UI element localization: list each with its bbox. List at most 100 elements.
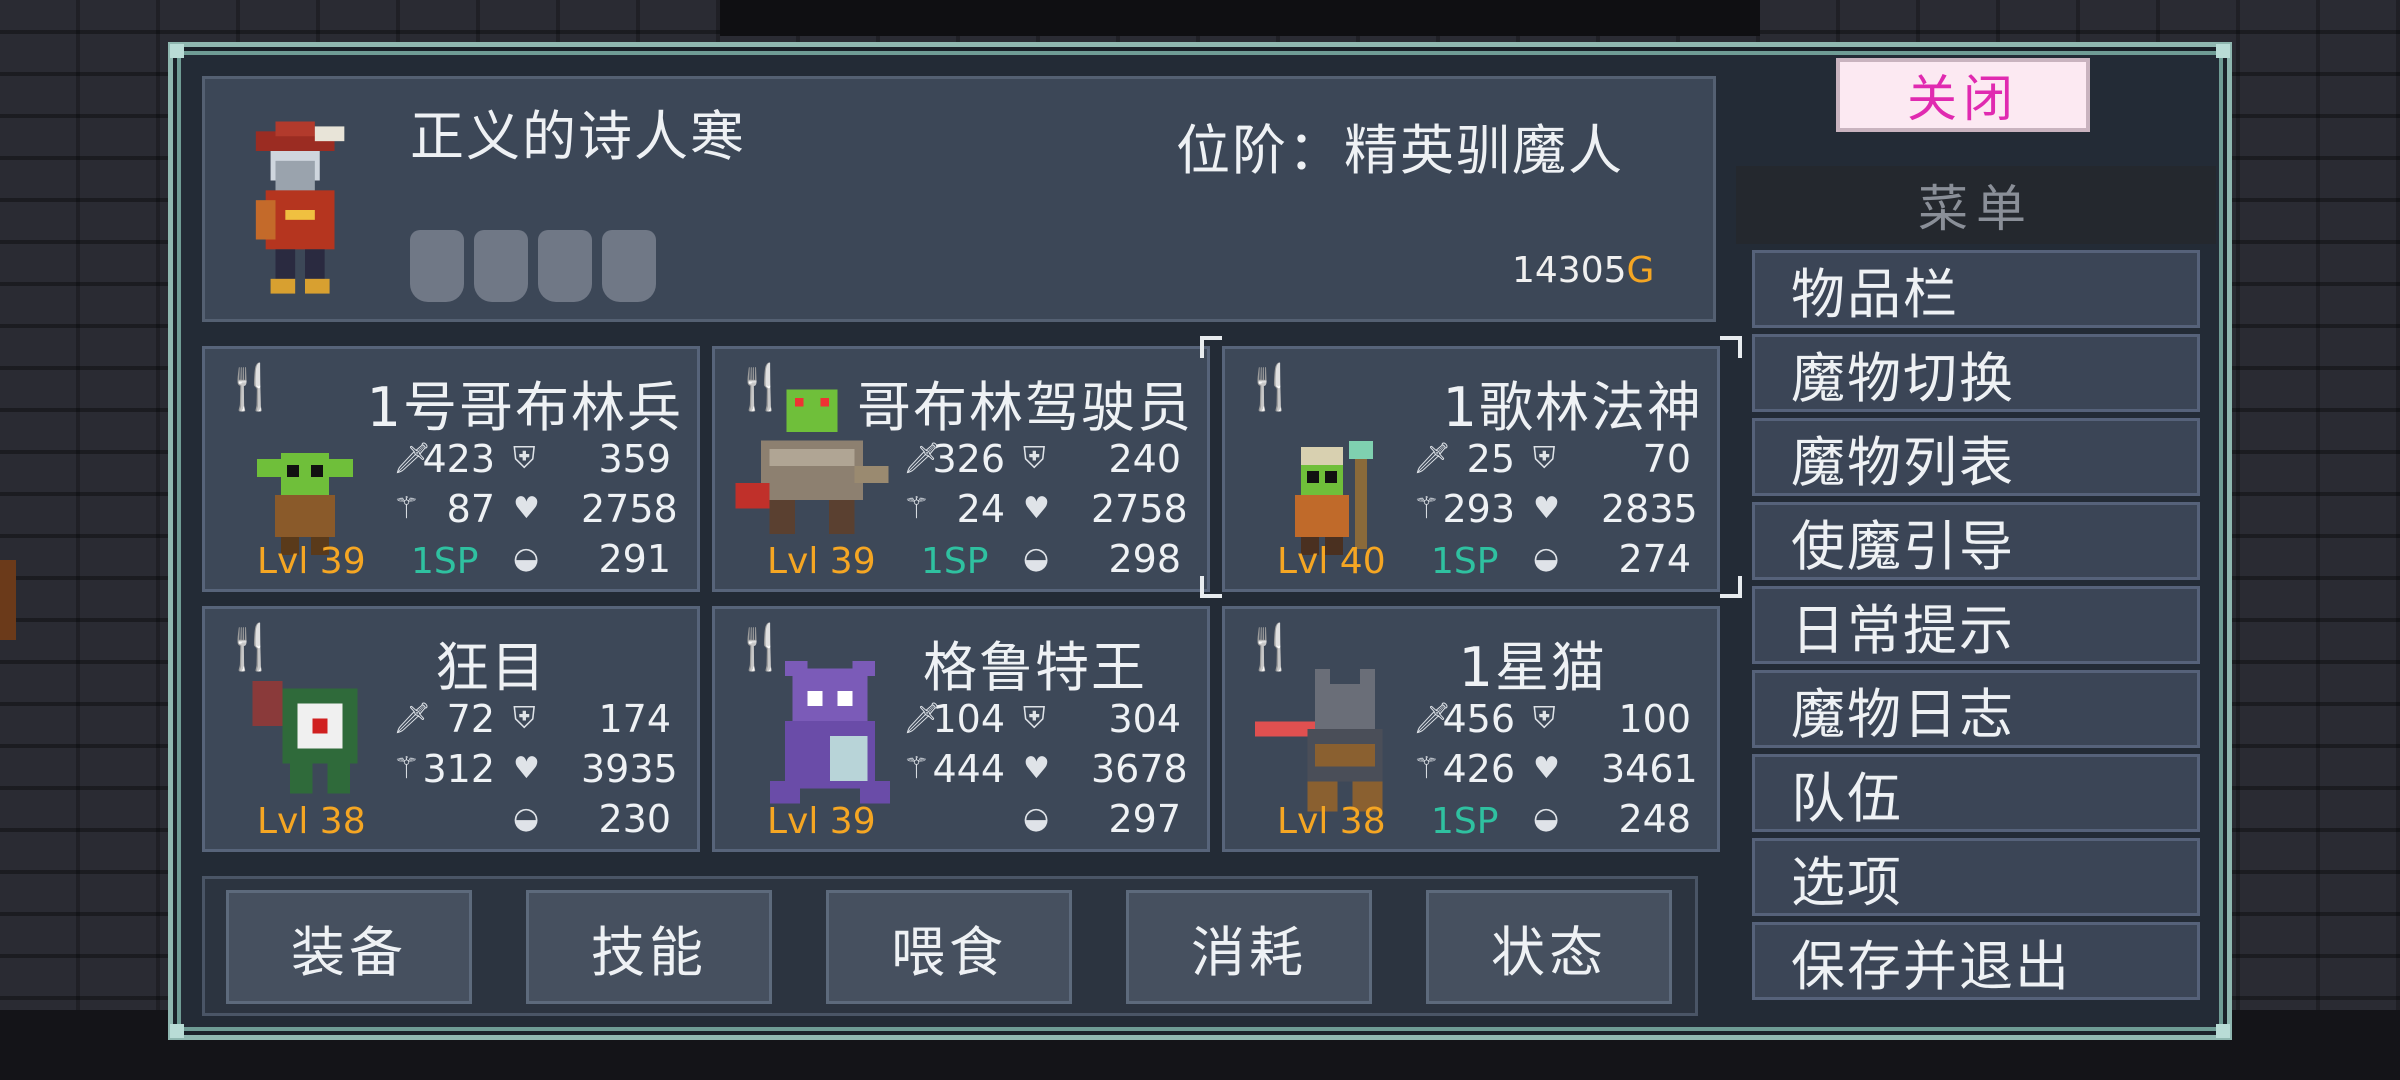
- stat-food: 230: [598, 797, 671, 841]
- monster-level: Lvl 39: [767, 541, 876, 582]
- food-bowl-icon: ◒: [513, 801, 540, 836]
- shield-icon: ⛨: [513, 701, 536, 736]
- stat-hp: 2835: [1601, 487, 1698, 531]
- heart-icon: ♥: [513, 751, 540, 786]
- monster-level: Lvl 39: [767, 801, 876, 842]
- goblin-pilot-sprite: [735, 389, 889, 534]
- selection-corner: [1720, 576, 1742, 598]
- gold-counter: 14305G: [1512, 250, 1654, 291]
- shield-icon: ⛨: [1533, 701, 1556, 736]
- monster-name: 1号哥布林兵: [366, 376, 683, 439]
- selection-corner: [1720, 336, 1742, 358]
- stat-attack: 456: [1442, 697, 1515, 741]
- menu-item-options[interactable]: 选项: [1752, 838, 2200, 916]
- fork-knife-icon: 🍴: [1243, 622, 1298, 673]
- monster-level: Lvl 40: [1277, 541, 1386, 582]
- selection-corner: [1200, 336, 1222, 358]
- menu-item-monster-journal[interactable]: 魔物日志: [1752, 670, 2200, 748]
- status-button[interactable]: 状态: [1426, 890, 1672, 1004]
- player-avatar: [255, 121, 345, 294]
- equipment-badges: [410, 230, 656, 302]
- menu-item-inventory[interactable]: 物品栏: [1752, 250, 2200, 328]
- monster-name: 1星猫: [1458, 636, 1607, 699]
- player-rank: 位阶：精英驯魔人: [1176, 119, 1624, 182]
- food-bowl-icon: ◒: [1023, 541, 1050, 576]
- monster-sp: 1SP: [411, 541, 479, 582]
- monster-name: 1歌林法神: [1442, 376, 1703, 439]
- stat-magic: 444: [932, 747, 1005, 791]
- feed-button[interactable]: 喂食: [826, 890, 1072, 1004]
- frame-corner: [170, 1024, 184, 1038]
- heart-icon: ♥: [513, 491, 540, 526]
- player-name: 正义的诗人寒: [410, 105, 746, 168]
- shield-icon: ⛨: [1533, 441, 1556, 476]
- stat-attack: 72: [446, 697, 495, 741]
- equip-button[interactable]: 装备: [226, 890, 472, 1004]
- stat-magic: 426: [1442, 747, 1515, 791]
- squid-king-sprite: [770, 661, 890, 804]
- monster-level: Lvl 39: [257, 541, 366, 582]
- gold-amount: 14305: [1512, 250, 1627, 291]
- stat-hp: 2758: [1091, 487, 1188, 531]
- menu-item-daily-tips[interactable]: 日常提示: [1752, 586, 2200, 664]
- menu-item-monster-list[interactable]: 魔物列表: [1752, 418, 2200, 496]
- food-bowl-icon: ◒: [1533, 801, 1560, 836]
- monster-level: Lvl 38: [1277, 801, 1386, 842]
- stat-defense: 174: [598, 697, 671, 741]
- food-bowl-icon: ◒: [1023, 801, 1050, 836]
- shield-icon: ⛨: [1023, 701, 1046, 736]
- monster-card-selected[interactable]: 🍴 1歌林法神 🗡 25 ⛨ 70 ⚚ 293 ♥ 2835 ◒ 274 Lvl…: [1222, 346, 1720, 592]
- monster-level: Lvl 38: [257, 801, 366, 842]
- menu-item-save-quit[interactable]: 保存并退出: [1752, 922, 2200, 1000]
- stat-hp: 2758: [581, 487, 678, 531]
- stat-food: 291: [598, 537, 671, 581]
- monster-card[interactable]: 🍴 哥布林驾驶员 🗡 326 ⛨ 240 ⚚ 24 ♥ 2758 ◒ 298 L…: [712, 346, 1210, 592]
- menu-item-familiar-guide[interactable]: 使魔引导: [1752, 502, 2200, 580]
- monster-name: 哥布林驾驶员: [857, 376, 1193, 439]
- armor-badge-icon: [474, 230, 528, 302]
- heart-icon: ♥: [1533, 491, 1560, 526]
- stat-defense: 304: [1108, 697, 1181, 741]
- stat-defense: 100: [1618, 697, 1691, 741]
- stat-hp: 3678: [1091, 747, 1188, 791]
- close-button[interactable]: 关闭: [1836, 58, 2090, 132]
- monster-sp: 1SP: [1431, 801, 1499, 842]
- monster-card[interactable]: 🍴 狂目 🗡 72 ⛨ 174 ⚚ 312 ♥ 3935 ◒ 230 Lvl 3…: [202, 606, 700, 852]
- stat-magic: 87: [446, 487, 495, 531]
- food-bowl-icon: ◒: [1533, 541, 1560, 576]
- skills-button[interactable]: 技能: [526, 890, 772, 1004]
- stat-defense: 240: [1108, 437, 1181, 481]
- shield-icon: ⛨: [513, 441, 536, 476]
- monster-card[interactable]: 🍴 1星猫 🗡 456 ⛨ 100 ⚚ 426 ♥ 3461 ◒ 248 Lvl…: [1222, 606, 1720, 852]
- stat-defense: 359: [598, 437, 671, 481]
- stat-magic: 24: [956, 487, 1005, 531]
- frame-corner: [2216, 1024, 2230, 1038]
- stat-food: 297: [1108, 797, 1181, 841]
- monster-card[interactable]: 🍴 1号哥布林兵 🗡 423 ⛨ 359 ⚚ 87 ♥ 2758 ◒ 291 L…: [202, 346, 700, 592]
- frame-corner: [170, 44, 184, 58]
- menu-item-monster-switch[interactable]: 魔物切换: [1752, 334, 2200, 412]
- stat-hp: 3935: [581, 747, 678, 791]
- monster-card[interactable]: 🍴 格鲁特王 🗡 104 ⛨ 304 ⚚ 444 ♥ 3678 ◒ 297 Lv…: [712, 606, 1210, 852]
- fork-knife-icon: 🍴: [1243, 362, 1298, 413]
- monster-name: 格鲁特王: [923, 636, 1147, 699]
- stat-food: 274: [1618, 537, 1691, 581]
- stat-food: 248: [1618, 797, 1691, 841]
- fork-knife-icon: 🍴: [223, 362, 278, 413]
- badge-icon: [410, 230, 464, 302]
- menu-item-party[interactable]: 队伍: [1752, 754, 2200, 832]
- heart-icon: ♥: [1023, 751, 1050, 786]
- consume-button[interactable]: 消耗: [1126, 890, 1372, 1004]
- frame-corner: [2216, 44, 2230, 58]
- food-bowl-icon: ◒: [513, 541, 540, 576]
- eye-bat-sprite: [252, 681, 358, 794]
- selection-corner: [1200, 576, 1222, 598]
- relic-badge-icon: [602, 230, 656, 302]
- stat-attack: 25: [1466, 437, 1515, 481]
- heart-icon: ♥: [1023, 491, 1050, 526]
- shield-icon: ⛨: [1023, 441, 1046, 476]
- menu-title: 菜单: [1736, 166, 2216, 244]
- stat-defense: 70: [1642, 437, 1691, 481]
- monster-name: 狂目: [435, 636, 547, 699]
- skull-badge-icon: [538, 230, 592, 302]
